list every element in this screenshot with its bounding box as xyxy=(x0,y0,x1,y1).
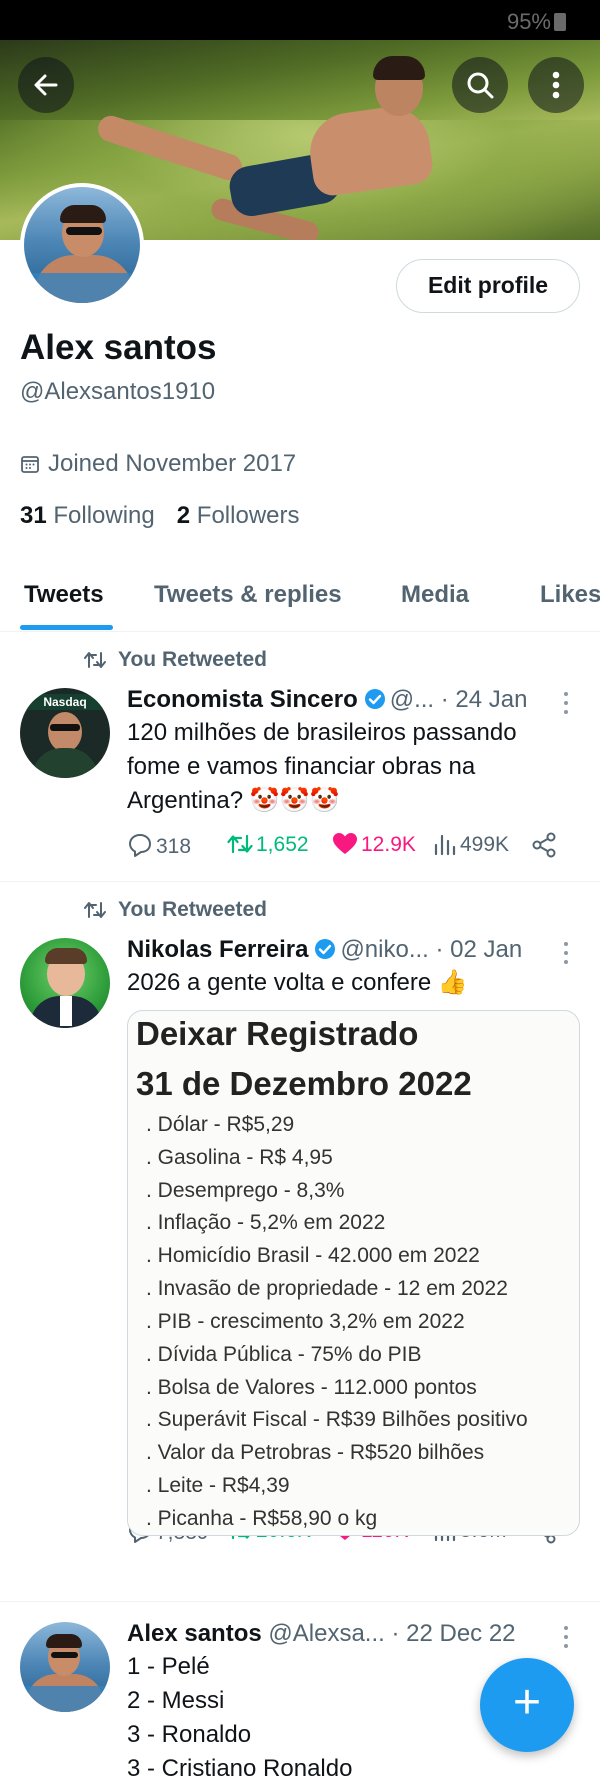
tweet-text: 2026 a gente volta e confere 👍 xyxy=(127,969,468,996)
image-text-line: . PIB - crescimento 3,2% em 2022 xyxy=(146,1310,465,1333)
following-label: Following xyxy=(53,502,155,529)
share-button[interactable] xyxy=(531,832,560,859)
retweet-icon xyxy=(84,902,106,918)
image-text-line: . Valor da Petrobras - R$520 bilhões xyxy=(146,1441,485,1464)
heart-icon xyxy=(333,833,357,854)
like-count: 12.9K xyxy=(361,833,416,856)
tweet-author-name[interactable]: Economista Sincero xyxy=(127,686,358,713)
verified-badge-icon xyxy=(315,939,336,959)
tweet-header: Nikolas Ferreira @niko... · 02 Jan xyxy=(127,936,547,964)
profile-avatar[interactable] xyxy=(20,183,144,307)
image-title-line-1: Deixar Registrado xyxy=(136,1015,419,1052)
battery-indicator: 95% xyxy=(507,9,566,35)
image-text-line: . Dívida Pública - 75% do PIB xyxy=(146,1343,422,1366)
image-text-line: . Inflação - 5,2% em 2022 xyxy=(146,1211,386,1234)
tweet-meta: @niko... · 02 Jan xyxy=(340,936,523,963)
tweet-avatar[interactable] xyxy=(20,938,110,1028)
compose-tweet-button[interactable]: + xyxy=(480,1658,574,1752)
tweet-more-icon[interactable] xyxy=(556,1626,576,1653)
profile-handle: @Alexsantos1910 xyxy=(20,378,216,405)
battery-icon xyxy=(554,13,566,31)
verified-badge-icon xyxy=(364,689,385,709)
arrow-left-icon xyxy=(34,74,58,96)
image-text-line: . Picanha - R$58,90 o kg xyxy=(146,1507,378,1530)
retweet-count: 1,652 xyxy=(256,833,309,856)
tweet-author-name[interactable]: Alex santos xyxy=(127,1620,262,1647)
image-text-line: . Invasão de propriedade - 12 em 2022 xyxy=(146,1277,508,1300)
tweet-actions: 318 1,652 12.9K 499K xyxy=(127,832,567,864)
more-vertical-icon xyxy=(552,71,560,99)
profile-tabs: Tweets Tweets & replies Media Likes xyxy=(0,572,600,632)
image-text-line: . Superávit Fiscal - R$39 Bilhões positi… xyxy=(146,1408,528,1431)
views-chart-icon xyxy=(434,834,456,856)
image-text-line: . Homicídio Brasil - 42.000 em 2022 xyxy=(146,1244,480,1267)
tweet-avatar[interactable] xyxy=(20,1622,110,1712)
retweet-icon xyxy=(227,834,253,854)
views-count: 499K xyxy=(460,833,510,856)
display-name: Alex santos xyxy=(20,328,217,367)
tweet-item[interactable]: You Retweeted Nasdaq Economista Sincero @… xyxy=(0,632,600,882)
reply-icon xyxy=(129,834,151,857)
follow-stats: 31 Following 2 Followers xyxy=(20,502,300,530)
retweet-label: You Retweeted xyxy=(118,648,267,671)
tweet-header: Economista Sincero @... · 24 Jan xyxy=(127,686,547,714)
image-text-line: . Gasolina - R$ 4,95 xyxy=(146,1146,333,1169)
status-bar: 95% xyxy=(0,0,600,40)
joined-date: Joined November 2017 xyxy=(20,450,296,478)
back-button[interactable] xyxy=(18,57,74,113)
tweet-media-image[interactable]: Deixar Registrado 31 de Dezembro 2022 . … xyxy=(127,1010,580,1536)
tab-tweets[interactable]: Tweets xyxy=(24,572,104,632)
search-icon xyxy=(467,72,494,99)
image-text-line: . Desemprego - 8,3% xyxy=(146,1179,345,1202)
tweet-avatar[interactable]: Nasdaq xyxy=(20,688,110,778)
tab-likes[interactable]: Likes xyxy=(540,572,600,632)
tweet-more-icon[interactable] xyxy=(556,942,576,969)
followers-label: Followers xyxy=(196,502,300,529)
retweet-indicator: You Retweeted xyxy=(84,898,267,922)
tweet-meta: @... · 24 Jan xyxy=(389,686,528,713)
retweet-label: You Retweeted xyxy=(118,898,267,921)
following-link[interactable]: 31 Following xyxy=(20,502,155,529)
retweet-indicator: You Retweeted xyxy=(84,648,267,672)
retweet-button[interactable]: 1,652 xyxy=(227,832,309,857)
image-title-line-2: 31 de Dezembro 2022 xyxy=(136,1065,472,1102)
share-icon xyxy=(532,832,556,858)
followers-count: 2 xyxy=(176,502,191,529)
tweet-meta: @Alexsa... · 22 Dec 22 xyxy=(268,1620,516,1647)
reply-count: 318 xyxy=(156,835,192,858)
calendar-icon xyxy=(21,456,39,473)
more-options-button[interactable] xyxy=(528,57,584,113)
tab-tweets-replies[interactable]: Tweets & replies xyxy=(154,572,342,632)
image-text-line: . Leite - R$4,39 xyxy=(146,1474,290,1497)
image-text-line: . Dólar - R$5,29 xyxy=(146,1113,295,1136)
retweet-icon xyxy=(84,652,106,668)
image-text-line: . Bolsa de Valores - 112.000 pontos xyxy=(146,1376,477,1399)
tweet-header: Alex santos @Alexsa... · 22 Dec 22 xyxy=(127,1620,547,1648)
plus-icon: + xyxy=(512,1676,542,1729)
following-count: 31 xyxy=(20,502,47,529)
tab-media[interactable]: Media xyxy=(401,572,469,632)
like-button[interactable]: 12.9K xyxy=(332,832,416,857)
tweet-text: 120 milhões de brasileiros passando fome… xyxy=(127,719,517,814)
tweet-author-name[interactable]: Nikolas Ferreira xyxy=(127,936,308,963)
active-tab-indicator xyxy=(20,625,113,630)
reply-button[interactable]: 318 xyxy=(127,832,191,859)
views-button[interactable]: 499K xyxy=(433,832,509,857)
tweet-more-icon[interactable] xyxy=(556,692,576,719)
battery-percent: 95% xyxy=(506,9,551,34)
search-button[interactable] xyxy=(452,57,508,113)
joined-text: Joined November 2017 xyxy=(48,450,297,477)
edit-profile-button[interactable]: Edit profile xyxy=(396,259,580,313)
followers-link[interactable]: 2 Followers xyxy=(177,502,300,529)
